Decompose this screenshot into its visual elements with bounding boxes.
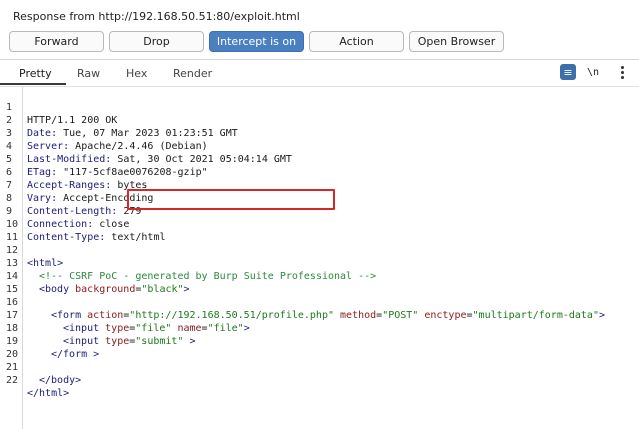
code-line: 2 Date: Tue, 07 Mar 2023 01:23:51 GMT xyxy=(6,115,238,139)
code-line: 1 HTTP/1.1 200 OK xyxy=(0,88,639,126)
line-number: 22 xyxy=(6,375,19,386)
code-line: 4 Last-Modified: Sat, 30 Oct 2021 05:04:… xyxy=(6,141,292,165)
view-tabs: Pretty Raw Hex Render xyxy=(0,60,639,86)
tab-render[interactable]: Render xyxy=(173,67,212,80)
code-line: 12 <html> xyxy=(0,231,639,269)
code-line: 11 xyxy=(0,218,639,243)
code-line: 19 </form > xyxy=(0,322,639,360)
code-line: 22 </html> xyxy=(0,361,639,399)
code-line: 13 <!-- CSRF PoC - generated by Burp Sui… xyxy=(0,244,639,282)
more-options-icon[interactable] xyxy=(614,64,630,80)
intercept-toggle-button[interactable]: Intercept is on xyxy=(209,31,304,52)
response-editor[interactable]: 1 HTTP/1.1 200 OK 2 Date: Tue, 07 Mar 20… xyxy=(0,86,639,429)
forward-button[interactable]: Forward xyxy=(9,31,104,52)
show-newlines-icon[interactable]: \n xyxy=(585,64,601,80)
code-line: 20 xyxy=(0,335,639,360)
wrap-lines-icon[interactable]: ≡ xyxy=(560,64,576,80)
drop-button[interactable]: Drop xyxy=(109,31,204,52)
html-close-tag: </html> xyxy=(27,388,70,399)
tab-pretty[interactable]: Pretty xyxy=(19,67,52,80)
code-line: 21 </body> xyxy=(0,348,639,386)
action-url-highlight xyxy=(127,189,335,210)
code-line: 3 Server: Apache/2.4.46 (Debian) xyxy=(6,128,208,152)
code-line: 17 <input type="file" name="file"> xyxy=(6,310,250,334)
code-line: 14 <body background="black"> xyxy=(6,271,190,295)
code-line: 18 <input type="submit" > xyxy=(6,323,196,347)
open-browser-button[interactable]: Open Browser xyxy=(409,31,504,52)
code-line: 6 Accept-Ranges: bytes xyxy=(6,167,148,191)
tab-hex[interactable]: Hex xyxy=(126,67,147,80)
action-button[interactable]: Action xyxy=(309,31,404,52)
code-line: 7 Vary: Accept-Encoding xyxy=(6,180,154,204)
code-line: 16 <form action="http://192.168.50.51/pr… xyxy=(6,297,605,321)
code-line: 5 ETag: "117-5cf8ae0076208-gzip" xyxy=(6,154,208,178)
tab-raw[interactable]: Raw xyxy=(77,67,100,80)
code-line: 15 xyxy=(0,270,639,295)
active-tab-indicator xyxy=(0,83,66,85)
body-close-tag: </body> xyxy=(39,375,82,386)
window-title: Response from http://192.168.50.51:80/ex… xyxy=(13,10,300,23)
